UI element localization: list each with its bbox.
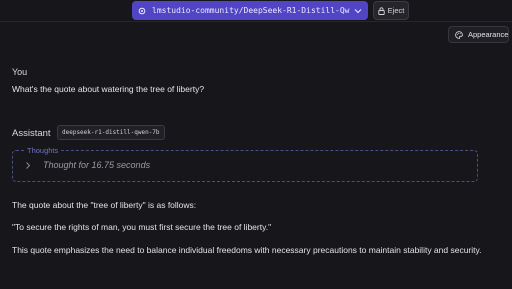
- chevron-down-icon: [354, 7, 362, 15]
- appearance-button[interactable]: Appearance: [448, 26, 509, 43]
- chevron-right-icon[interactable]: [25, 161, 31, 170]
- appearance-button-label: Appearance: [468, 30, 509, 39]
- model-selector-label: lmstudio-community/DeepSeek-R1-Distill-Q…: [152, 6, 350, 15]
- eject-button[interactable]: Eject: [373, 1, 409, 20]
- lock-icon: [378, 6, 385, 15]
- user-name-label: You: [12, 67, 28, 77]
- response-paragraph: "To secure the rights of man, you must f…: [12, 222, 272, 232]
- model-tag: deepseek-r1-distill-qwen-7b: [57, 125, 165, 140]
- response-paragraph: This quote emphasizes the need to balanc…: [12, 245, 482, 255]
- top-bar: lmstudio-community/DeepSeek-R1-Distill-Q…: [0, 0, 512, 22]
- eject-button-label: Eject: [387, 6, 405, 15]
- assistant-name-label: Assistant: [12, 128, 51, 139]
- palette-icon: [455, 30, 463, 39]
- user-message: What's the quote about watering the tree…: [12, 84, 205, 94]
- response-paragraph: The quote about the "tree of liberty" is…: [12, 200, 197, 210]
- thought-duration: Thought for 16.75 seconds: [43, 160, 151, 170]
- thoughts-label: Thoughts: [24, 146, 62, 155]
- model-selector[interactable]: lmstudio-community/DeepSeek-R1-Distill-Q…: [132, 1, 368, 20]
- model-dot-icon: [138, 6, 147, 15]
